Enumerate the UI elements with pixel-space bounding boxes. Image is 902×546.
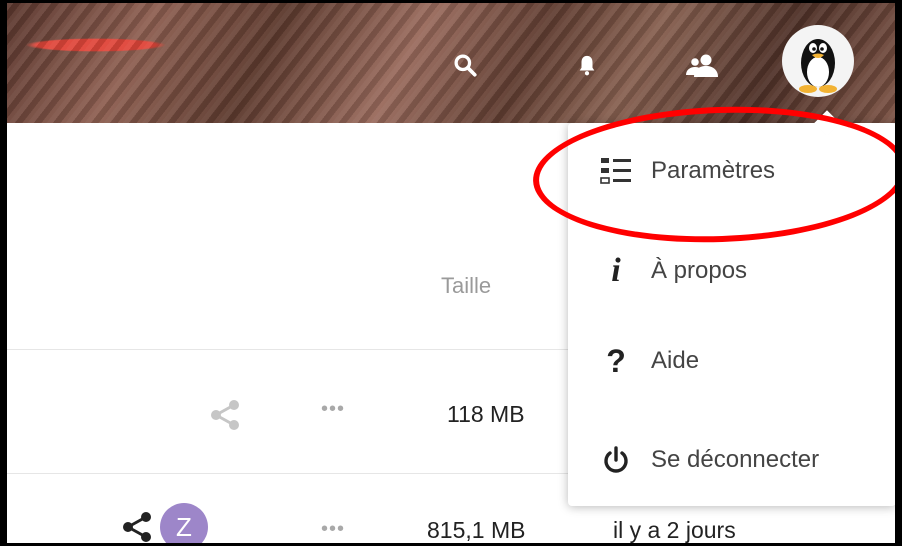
contacts-icon[interactable]	[682, 47, 722, 83]
bell-icon[interactable]	[569, 47, 605, 83]
file-size: 815,1 MB	[427, 517, 526, 543]
power-icon	[596, 445, 636, 475]
share-icon[interactable]	[207, 398, 243, 437]
menu-item-settings[interactable]: Paramètres	[568, 126, 895, 216]
file-modified-date: il y a 2 jours	[613, 517, 736, 543]
settings-list-icon	[596, 156, 636, 186]
menu-item-logout[interactable]: Se déconnecter	[568, 415, 895, 505]
menu-item-about[interactable]: i À propos	[568, 226, 895, 316]
user-settings-menu: Paramètres i À propos ? Aide Se déconnec…	[568, 123, 895, 506]
avatar[interactable]	[782, 25, 854, 97]
menu-item-label: À propos	[651, 257, 748, 284]
help-icon: ?	[606, 342, 626, 379]
file-size: 118 MB	[447, 401, 525, 427]
more-actions-icon[interactable]: •••	[321, 518, 345, 541]
more-actions-icon[interactable]: •••	[321, 398, 345, 421]
menu-item-label: Se déconnecter	[651, 446, 820, 473]
column-header-size[interactable]: Taille	[441, 273, 491, 299]
menu-item-label: Paramètres	[651, 157, 776, 184]
info-icon: i	[611, 252, 621, 289]
menu-item-help[interactable]: ? Aide	[568, 316, 895, 406]
app-window: Taille ••• 118 MB Z ••• 815,1 MB il y a …	[0, 0, 902, 546]
penguin-avatar-image	[799, 39, 837, 93]
menu-item-label: Aide	[651, 347, 700, 374]
share-icon[interactable]	[119, 510, 155, 543]
search-icon[interactable]	[447, 47, 483, 83]
user-avatar-badge[interactable]: Z	[160, 503, 208, 543]
header-bar	[7, 3, 895, 123]
